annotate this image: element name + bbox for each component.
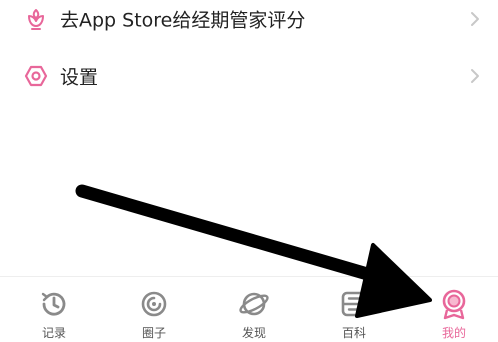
menu-item-settings[interactable]: 设置: [0, 51, 498, 101]
tab-encyclopedia[interactable]: 百科: [304, 277, 404, 342]
flower-icon: [28, 9, 44, 30]
tab-record[interactable]: 记录: [4, 277, 104, 342]
bottom-tabbar: 记录 圈子 发现 百科 我的: [0, 277, 498, 342]
tab-circle[interactable]: 圈子: [104, 277, 204, 342]
gear-icon: [24, 65, 48, 87]
circle-swirl-icon: [141, 291, 167, 317]
menu-item-rate-app-label: 去App Store给经期管家评分: [60, 9, 306, 32]
tab-record-label: 记录: [41, 326, 66, 340]
tab-mine-label: 我的: [441, 326, 466, 340]
tab-discover-label: 发现: [241, 326, 266, 340]
book-icon: [341, 291, 367, 317]
chevron-right-icon: [471, 69, 479, 83]
chevron-right-icon: [471, 12, 479, 26]
planet-icon: [239, 292, 269, 316]
tab-circle-label: 圈子: [141, 326, 166, 340]
clock-history-icon: [41, 292, 66, 316]
tab-discover[interactable]: 发现: [204, 277, 304, 342]
menu-item-settings-label: 设置: [60, 66, 99, 89]
tab-encyclopedia-label: 百科: [341, 326, 366, 340]
profile-icon: [442, 289, 466, 320]
menu-item-rate-app[interactable]: 去App Store给经期管家评分: [0, 0, 498, 44]
tab-mine[interactable]: 我的: [404, 277, 498, 342]
